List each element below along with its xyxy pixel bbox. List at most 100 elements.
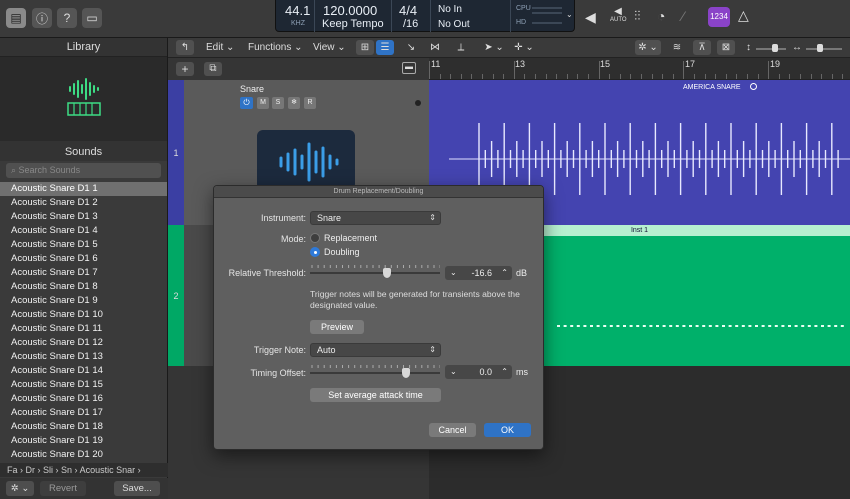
sound-list-item[interactable]: Acoustic Snare D1 4 — [0, 224, 167, 238]
sound-list-item[interactable]: Acoustic Snare D1 12 — [0, 336, 167, 350]
sound-list-item[interactable]: Acoustic Snare D1 13 — [0, 350, 167, 364]
breadcrumb-item[interactable]: Sn — [61, 465, 72, 475]
tempo-value[interactable]: 120.0000 — [323, 3, 377, 18]
catch-icon[interactable]: ↘ — [402, 40, 420, 55]
doubling-label[interactable]: Doubling — [324, 247, 360, 257]
fit-icon[interactable]: ⊼ — [693, 40, 711, 55]
threshold-field[interactable]: ⌄ -16.6 ⌃ — [445, 266, 512, 280]
threshold-slider-thumb[interactable] — [382, 268, 391, 278]
preview-button[interactable]: Preview — [310, 320, 364, 334]
global-tracks-icon[interactable]: ▬ — [402, 62, 416, 74]
breadcrumb-item[interactable]: Acoustic Snar — [80, 465, 136, 475]
cancel-button[interactable]: Cancel — [429, 423, 476, 437]
timeline-ruler[interactable]: 11 13 15 17 19 — [429, 58, 850, 80]
timing-offset-slider[interactable] — [310, 372, 440, 374]
horizontal-zoom-thumb[interactable] — [817, 44, 823, 52]
sound-list-item[interactable]: Acoustic Snare D1 10 — [0, 308, 167, 322]
sound-list-item[interactable]: Acoustic Snare D1 14 — [0, 364, 167, 378]
midi-note — [814, 325, 818, 327]
division[interactable]: /16 — [403, 18, 418, 30]
lcd-display[interactable]: 44.1 KHZ 120.0000 Keep Tempo 4/4 /16 No … — [275, 0, 575, 32]
trigger-note-popup[interactable]: Auto ⇕ — [310, 343, 441, 357]
crosshair-tool-icon[interactable]: ✛ ⌄ — [511, 40, 537, 55]
pointer-tool-icon[interactable]: ➤ ⌄ — [481, 40, 507, 55]
sound-list-item[interactable]: Acoustic Snare D1 15 — [0, 378, 167, 392]
auto-speaker-icon[interactable]: ◀ AUTO — [610, 6, 627, 28]
instrument-popup[interactable]: Snare ⇕ — [310, 211, 441, 225]
help-icon[interactable]: ? — [57, 8, 77, 28]
horizontal-zoom-slider[interactable] — [806, 48, 842, 50]
sound-list-item[interactable]: Acoustic Snare D1 18 — [0, 420, 167, 434]
solo-button[interactable]: S — [272, 97, 284, 109]
save-button[interactable]: Save... — [114, 481, 160, 496]
lcd-chevron-icon[interactable]: ⌄ — [566, 10, 573, 19]
zoom-to-fit-icon[interactable]: ⊠ — [717, 40, 735, 55]
sound-list-item[interactable]: Acoustic Snare D1 19 — [0, 434, 167, 448]
vertical-zoom-slider[interactable] — [756, 48, 786, 50]
record-button[interactable]: R — [304, 97, 316, 109]
replacement-label[interactable]: Replacement — [324, 233, 377, 243]
time-signature[interactable]: 4/4 — [399, 3, 417, 18]
flex-icon[interactable]: ⋈ — [426, 40, 444, 55]
mute-button[interactable]: M — [257, 97, 269, 109]
breadcrumb-item[interactable]: Sli — [43, 465, 53, 475]
track-power-icon[interactable]: ⏻ — [240, 97, 253, 109]
library-toggle-icon[interactable]: ▤ — [6, 8, 26, 28]
sound-list-item[interactable]: Acoustic Snare D1 17 — [0, 406, 167, 420]
track-1-name[interactable]: Snare — [240, 84, 264, 94]
sound-list-item[interactable]: Acoustic Snare D1 3 — [0, 210, 167, 224]
breadcrumb-item[interactable]: Fa — [7, 465, 18, 475]
replacement-radio[interactable] — [310, 233, 320, 243]
metronome-icon[interactable]: △ — [738, 7, 749, 24]
threshold-hint: Trigger notes will be generated for tran… — [310, 289, 520, 310]
sound-list-item[interactable]: Acoustic Snare D1 11 — [0, 322, 167, 336]
add-track-icon[interactable]: + — [176, 62, 194, 76]
revert-button[interactable]: Revert — [40, 481, 86, 496]
doubling-radio[interactable] — [310, 247, 320, 257]
set-attack-time-button[interactable]: Set average attack time — [310, 388, 441, 402]
mixer-sliders-icon[interactable]: ⫶⫶ — [634, 8, 641, 24]
vertical-zoom-thumb[interactable] — [772, 44, 778, 52]
tempo-mode[interactable]: Keep Tempo — [322, 18, 384, 30]
gear-icon[interactable]: ✲ ⌄ — [635, 40, 661, 55]
count-in-button[interactable]: 1234 — [708, 7, 730, 27]
output-value[interactable]: No Out — [438, 19, 470, 30]
breadcrumb-item[interactable]: Dr — [26, 465, 36, 475]
gauge-icon[interactable]: ◔ — [657, 8, 665, 24]
sound-list-item[interactable]: Acoustic Snare D1 16 — [0, 392, 167, 406]
waveform-zoom-icon[interactable]: ≋ — [667, 40, 687, 55]
back-arrow-icon[interactable]: ↰ — [176, 40, 194, 55]
toolbar-toggle-icon[interactable]: ▭ — [82, 8, 102, 28]
threshold-slider[interactable] — [310, 272, 440, 274]
inspector-icon[interactable]: ⓘ — [32, 8, 52, 28]
functions-menu[interactable]: Functions ⌄ — [248, 41, 303, 55]
timing-offset-field[interactable]: ⌄ 0.0 ⌃ — [445, 365, 512, 379]
sound-list-item[interactable]: Acoustic Snare D1 1 — [0, 182, 167, 196]
input-value[interactable]: No In — [438, 4, 462, 15]
tuner-icon[interactable]: ⁄ — [682, 8, 684, 24]
sound-list-item[interactable]: Acoustic Snare D1 8 — [0, 280, 167, 294]
search-field[interactable]: ⌕ Search Sounds — [6, 163, 161, 178]
midi-note — [649, 325, 653, 327]
sound-list-item[interactable]: Acoustic Snare D1 2 — [0, 196, 167, 210]
ok-button[interactable]: OK — [484, 423, 531, 437]
view-menu[interactable]: View ⌄ — [313, 41, 346, 55]
sound-list-item[interactable]: Acoustic Snare D1 6 — [0, 252, 167, 266]
region-loop-icon[interactable] — [750, 83, 757, 90]
library-breadcrumb[interactable]: Fa › Dr › Sli › Sn › Acoustic Snar › — [0, 463, 168, 477]
list-view-icon[interactable]: ☰ — [376, 40, 394, 55]
sound-list-item[interactable]: Acoustic Snare D1 5 — [0, 238, 167, 252]
snap-icon[interactable]: ⟂ — [452, 40, 470, 55]
ruler-tick — [810, 74, 812, 79]
timing-offset-slider-thumb[interactable] — [402, 368, 411, 378]
gear-menu-button[interactable]: ✲ ⌄ — [6, 481, 34, 496]
waveform-icon — [279, 142, 339, 182]
grid-view-icon[interactable]: ⊞ — [356, 40, 374, 55]
sound-list-item[interactable]: Acoustic Snare D1 7 — [0, 266, 167, 280]
sound-list-item[interactable]: Acoustic Snare D1 20 — [0, 448, 167, 462]
edit-menu[interactable]: Edit ⌄ — [206, 41, 234, 55]
sound-list-item[interactable]: Acoustic Snare D1 9 — [0, 294, 167, 308]
freeze-button[interactable]: ❄ — [288, 97, 300, 109]
speaker-icon[interactable]: ◀ — [585, 9, 601, 25]
duplicate-track-icon[interactable]: ⧉ — [204, 62, 222, 76]
